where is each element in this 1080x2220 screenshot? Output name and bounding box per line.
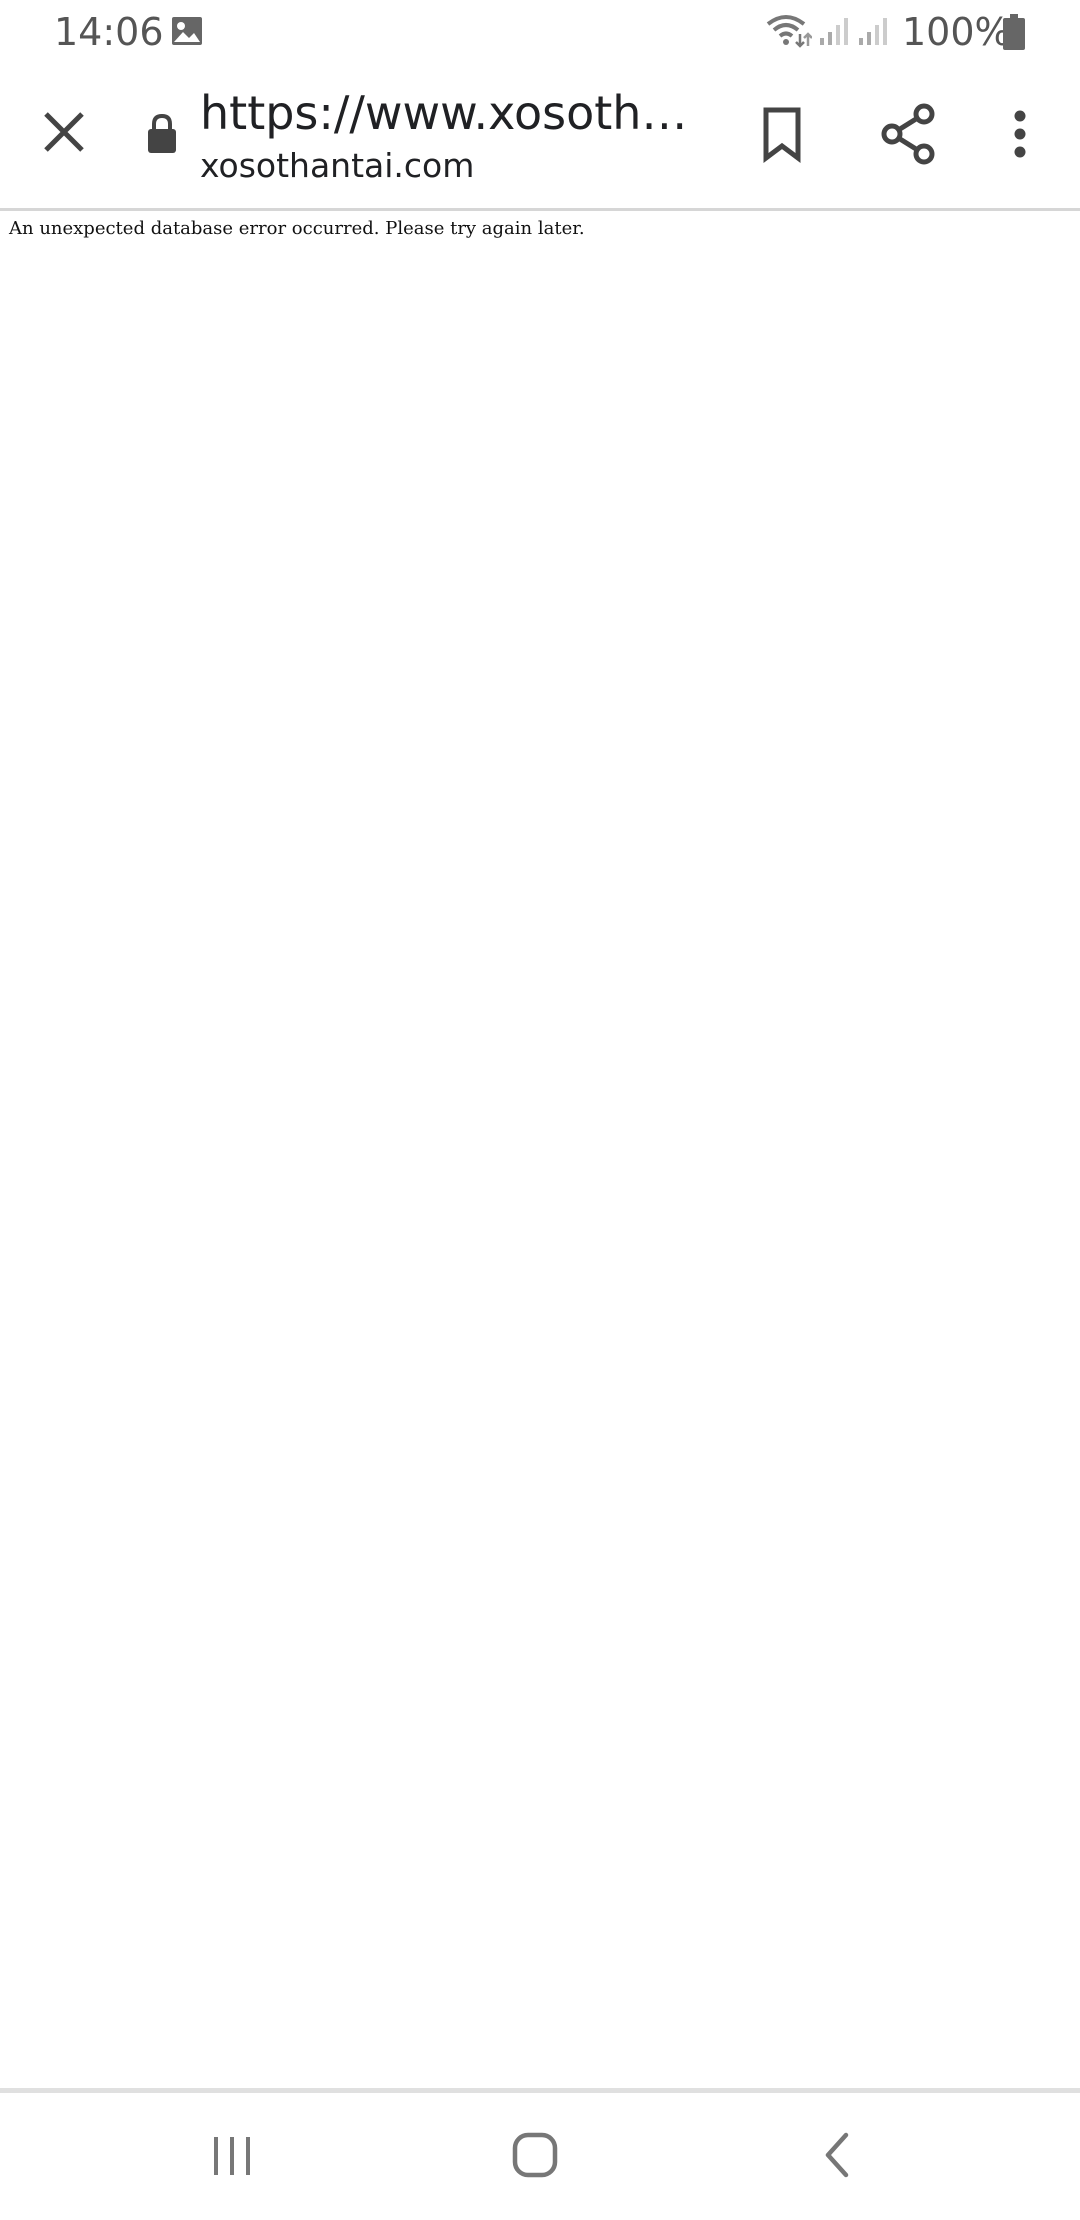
gallery-icon bbox=[171, 16, 203, 46]
lock-icon[interactable] bbox=[146, 112, 178, 154]
browser-screen: 14:06 100% https://www.xosotha xosothant… bbox=[0, 0, 1080, 2220]
signal-icon bbox=[818, 16, 850, 46]
signal-icon bbox=[857, 16, 889, 46]
wifi-icon bbox=[764, 12, 813, 48]
browser-toolbar: https://www.xosothan… xosothantai.com bbox=[0, 64, 1080, 210]
status-time: 14:06 bbox=[54, 10, 164, 54]
more-vert-icon[interactable] bbox=[1000, 104, 1040, 164]
url-text: https://www.xosothan… bbox=[200, 86, 690, 140]
battery-percentage: 100% bbox=[902, 10, 1011, 54]
navigation-bar bbox=[0, 2093, 1080, 2220]
close-icon[interactable] bbox=[34, 102, 94, 162]
share-icon[interactable] bbox=[876, 102, 940, 166]
web-page-content: An unexpected database error occurred. P… bbox=[0, 211, 1080, 2089]
bookmark-icon[interactable] bbox=[752, 104, 812, 164]
status-bar: 14:06 100% bbox=[0, 0, 1080, 64]
home-icon[interactable] bbox=[510, 2129, 560, 2181]
back-icon[interactable] bbox=[816, 2129, 856, 2181]
error-message: An unexpected database error occurred. P… bbox=[9, 218, 585, 239]
domain-text: xosothantai.com bbox=[200, 146, 475, 185]
battery-icon bbox=[1003, 14, 1025, 50]
url-bar[interactable]: https://www.xosothan… xosothantai.com bbox=[200, 86, 700, 186]
recents-icon[interactable] bbox=[206, 2131, 258, 2181]
